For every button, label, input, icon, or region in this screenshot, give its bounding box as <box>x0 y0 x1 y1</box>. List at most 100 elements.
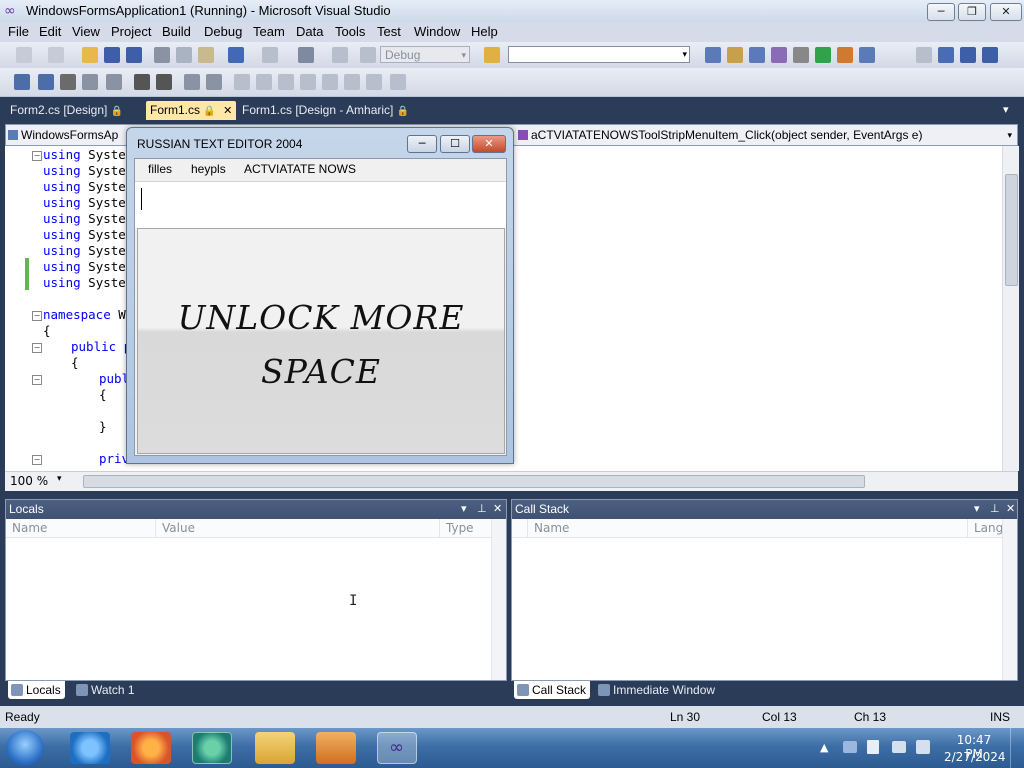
class-combo[interactable]: WindowsFormsAp <box>8 127 128 143</box>
minimize-button[interactable]: ─ <box>407 135 437 153</box>
chevron-down-icon[interactable]: ▾ <box>57 474 62 484</box>
text-input[interactable] <box>135 181 506 228</box>
column-header-type[interactable]: Type <box>440 519 492 538</box>
toggle-bookmark-icon[interactable] <box>234 74 250 90</box>
undo-icon[interactable] <box>228 47 244 63</box>
collapse-icon[interactable]: − <box>32 455 42 465</box>
menu-heypls[interactable]: heypls <box>191 162 226 176</box>
pin-icon[interactable]: ⊥ <box>477 500 487 519</box>
volume-muted-icon[interactable] <box>916 740 930 754</box>
close-button[interactable]: ✕ <box>472 135 506 153</box>
decrease-indent-icon[interactable] <box>134 74 150 90</box>
new-project-icon[interactable] <box>16 47 32 63</box>
close-tab-icon[interactable]: ✕ <box>223 105 232 117</box>
find-combo[interactable]: ▾ <box>508 46 690 63</box>
tab-call-stack[interactable]: Call Stack <box>514 681 591 699</box>
menu-build[interactable]: Build <box>162 24 191 39</box>
show-desktop-button[interactable] <box>1010 728 1024 768</box>
menu-tools[interactable]: Tools <box>335 24 365 39</box>
tab-form2-design[interactable]: Form2.cs [Design] 🔒 <box>6 101 127 120</box>
next-bookmark-icon[interactable] <box>278 74 294 90</box>
call-stack-scrollbar[interactable] <box>1002 519 1017 680</box>
column-header-name[interactable]: Name <box>6 519 156 538</box>
navigate-backward-icon[interactable] <box>298 47 314 63</box>
minimize-button[interactable]: ─ <box>927 3 955 21</box>
quick-info-icon[interactable] <box>60 74 76 90</box>
start-button[interactable] <box>6 730 44 766</box>
app-icon[interactable] <box>192 732 232 764</box>
close-button[interactable]: ✕ <box>990 3 1022 21</box>
close-icon[interactable]: ✕ <box>493 500 502 519</box>
menu-view[interactable]: View <box>72 24 100 39</box>
column-header-name[interactable]: Name <box>528 519 968 538</box>
collapse-icon[interactable]: − <box>32 311 42 321</box>
previous-bookmark-document-icon[interactable] <box>344 74 360 90</box>
column-header-language[interactable]: Lang <box>968 519 1004 538</box>
restore-button[interactable]: ❐ <box>958 3 986 21</box>
maximize-button[interactable]: ☐ <box>440 135 470 153</box>
network-icon[interactable] <box>892 741 906 753</box>
chevron-down-icon[interactable]: ▾ <box>461 500 467 519</box>
restart-icon[interactable] <box>982 47 998 63</box>
locals-scrollbar[interactable] <box>491 519 506 680</box>
menu-file[interactable]: File <box>8 24 29 39</box>
previous-bookmark-folder-icon[interactable] <box>300 74 316 90</box>
increase-indent-icon[interactable] <box>156 74 172 90</box>
scrollbar-thumb[interactable] <box>1005 174 1018 286</box>
tab-watch-1[interactable]: Watch 1 <box>73 681 139 699</box>
copy-icon[interactable] <box>176 47 192 63</box>
menu-help[interactable]: Help <box>471 24 498 39</box>
menu-filles[interactable]: filles <box>148 162 172 176</box>
open-file-icon[interactable] <box>82 47 98 63</box>
visual-studio-taskbar-icon[interactable]: ∞ <box>377 732 417 764</box>
comment-out-icon[interactable] <box>184 74 200 90</box>
media-player-icon[interactable] <box>316 732 356 764</box>
show-hidden-icons-icon[interactable]: ▲ <box>820 741 828 754</box>
break-all-icon[interactable] <box>938 47 954 63</box>
zoom-level[interactable]: 100 % <box>10 474 48 488</box>
menu-actviatate-nows[interactable]: ACTVIATATE NOWS <box>244 162 356 176</box>
collapse-icon[interactable]: − <box>32 343 42 353</box>
tab-form1-design-amharic[interactable]: Form1.cs [Design - Amharic] 🔒 <box>238 101 413 120</box>
save-all-icon[interactable] <box>126 47 142 63</box>
collapse-icon[interactable]: − <box>32 375 42 385</box>
column-header-value[interactable]: Value <box>156 519 440 538</box>
save-icon[interactable] <box>104 47 120 63</box>
outline-icon[interactable] <box>106 74 122 90</box>
add-item-icon[interactable] <box>48 47 64 63</box>
tools-icon[interactable] <box>793 47 809 63</box>
find-in-files-icon[interactable] <box>484 47 500 63</box>
editor-vertical-scrollbar[interactable] <box>1002 146 1019 471</box>
start-page-icon[interactable] <box>815 47 831 63</box>
tab-locals[interactable]: Locals <box>8 681 65 699</box>
menu-test[interactable]: Test <box>377 24 401 39</box>
redo-icon[interactable] <box>262 47 278 63</box>
collapse-icon[interactable]: − <box>32 151 42 161</box>
member-combo[interactable]: aCTVIATATENOWSToolStripMenuItem_Click(ob… <box>518 127 1016 143</box>
toolbox-icon[interactable] <box>771 47 787 63</box>
menu-edit[interactable]: Edit <box>39 24 61 39</box>
solution-explorer-icon[interactable] <box>705 47 721 63</box>
display-object-member-list-icon[interactable] <box>14 74 30 90</box>
previous-bookmark-icon[interactable] <box>256 74 272 90</box>
menu-debug[interactable]: Debug <box>204 24 242 39</box>
tab-immediate-window[interactable]: Immediate Window <box>595 681 719 699</box>
complete-word-icon[interactable] <box>82 74 98 90</box>
file-explorer-icon[interactable] <box>255 732 295 764</box>
stop-debugging-icon[interactable] <box>960 47 976 63</box>
action-center-flag-icon[interactable] <box>867 740 879 754</box>
firefox-icon[interactable] <box>131 732 171 764</box>
parameter-info-icon[interactable] <box>38 74 54 90</box>
chevron-down-icon[interactable]: ▾ <box>974 500 980 519</box>
clear-bookmarks-icon[interactable] <box>390 74 406 90</box>
solution-configuration-select[interactable]: Debug ▾ <box>380 46 470 63</box>
internet-explorer-icon[interactable] <box>70 732 110 764</box>
properties-icon[interactable] <box>727 47 743 63</box>
pin-icon[interactable]: ⊥ <box>990 500 1000 519</box>
paste-icon[interactable] <box>198 47 214 63</box>
object-browser-icon[interactable] <box>749 47 765 63</box>
tab-form1-cs[interactable]: Form1.cs 🔒 ✕ <box>146 101 237 120</box>
close-icon[interactable]: ✕ <box>1006 500 1015 519</box>
next-bookmark-document-icon[interactable] <box>366 74 382 90</box>
start-debugging-icon[interactable] <box>360 47 376 63</box>
